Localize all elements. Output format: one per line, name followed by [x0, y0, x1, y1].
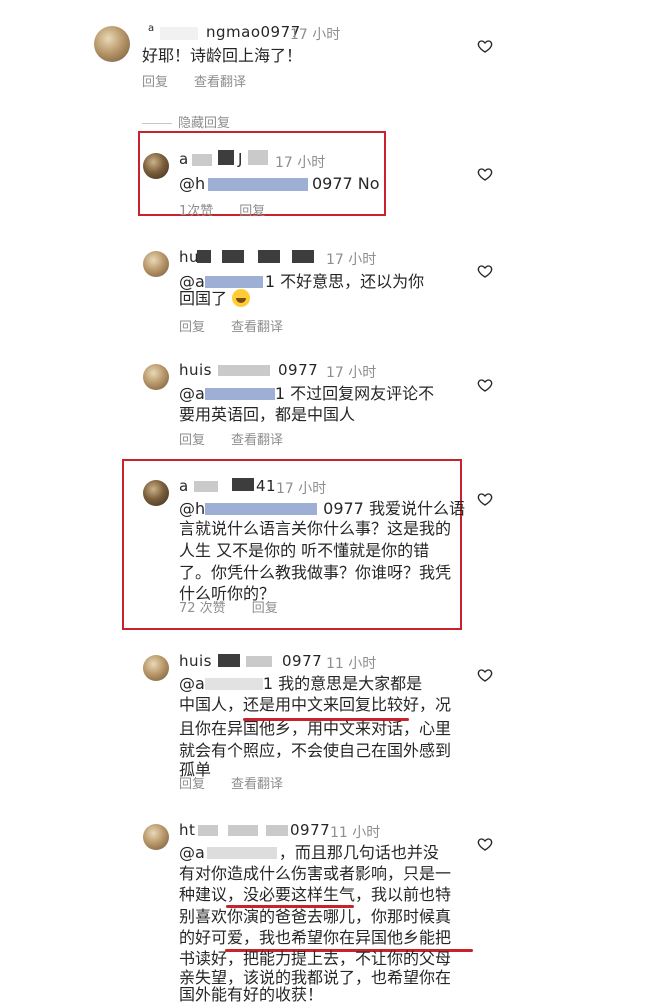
- redaction: [232, 478, 254, 491]
- comment-time[interactable]: 17 小时: [290, 24, 340, 44]
- heart-icon[interactable]: [477, 166, 493, 182]
- redaction: [292, 250, 314, 263]
- username-suffix: J: [238, 150, 243, 168]
- comment-actions: 72 次赞 回复: [179, 597, 304, 616]
- username[interactable]: a: [179, 150, 189, 168]
- redaction: [194, 481, 218, 492]
- comment-text-line: 要用英语回，都是中国人: [179, 405, 356, 424]
- username[interactable]: ht: [179, 821, 195, 839]
- avatar[interactable]: [94, 26, 130, 62]
- username[interactable]: a: [148, 23, 155, 41]
- comment-text-line: 就会有个照应，不会使自己在国外感到: [179, 741, 452, 760]
- avatar[interactable]: [143, 364, 169, 390]
- comment-text-line: 言就说什么语言关你什么事？这是我的: [179, 519, 452, 538]
- redaction: [218, 150, 234, 165]
- redaction: [205, 388, 275, 400]
- avatar[interactable]: [143, 655, 169, 681]
- username[interactable]: huis: [179, 361, 212, 379]
- see-translation-button[interactable]: 查看翻译: [194, 75, 246, 90]
- comment-actions: 回复 查看翻译: [179, 316, 309, 335]
- heart-icon[interactable]: [477, 836, 493, 852]
- mention[interactable]: @h: [179, 499, 205, 518]
- username-suffix: 0977: [278, 361, 319, 379]
- comment-time[interactable]: 17 小时: [276, 478, 326, 498]
- redaction: [205, 503, 317, 515]
- avatar[interactable]: [143, 153, 169, 179]
- redaction: [207, 847, 277, 859]
- likes-count[interactable]: 1次赞: [179, 204, 213, 219]
- redaction: [205, 678, 263, 690]
- hide-replies-button[interactable]: 隐藏回复: [142, 112, 230, 131]
- comment-time[interactable]: 11 小时: [326, 653, 376, 673]
- username[interactable]: a: [179, 477, 189, 495]
- comment-time[interactable]: 17 小时: [326, 362, 376, 382]
- comment-actions: 回复 查看翻译: [179, 773, 309, 792]
- reply-button[interactable]: 回复: [179, 320, 205, 335]
- comment-text-line: 回国了: [179, 287, 251, 312]
- heart-icon[interactable]: [477, 263, 493, 279]
- heart-icon[interactable]: [477, 38, 493, 54]
- username-visible[interactable]: ngmao0977: [206, 23, 301, 41]
- redaction: [222, 250, 244, 263]
- reply-button[interactable]: 回复: [252, 601, 278, 616]
- see-translation-button[interactable]: 查看翻译: [231, 777, 283, 792]
- see-translation-button[interactable]: 查看翻译: [231, 433, 283, 448]
- username-suffix: 41: [256, 477, 277, 495]
- redaction: [160, 27, 198, 40]
- redaction: [228, 825, 258, 836]
- likes-count[interactable]: 72 次赞: [179, 601, 226, 616]
- redaction: [258, 250, 280, 263]
- comment-text-tail: 0977 No: [312, 174, 380, 193]
- comment-time[interactable]: 17 小时: [275, 152, 325, 172]
- see-translation-button[interactable]: 查看翻译: [231, 320, 283, 335]
- username-suffix: 0977: [290, 821, 331, 839]
- comment-actions: 回复 查看翻译: [179, 429, 309, 448]
- redaction: [192, 154, 212, 166]
- comment-text-line: 中国人，还是用中文来回复比较好，况: [179, 695, 452, 714]
- username[interactable]: hu: [179, 248, 199, 266]
- comment-text-line: 人生 又不是你的 听不懂就是你的错: [179, 541, 430, 560]
- heart-icon[interactable]: [477, 377, 493, 393]
- comment-text-line: 种建议，没必要这样生气，我以前也特: [179, 885, 452, 904]
- mention[interactable]: @a: [179, 674, 205, 693]
- reply-button[interactable]: 回复: [179, 777, 205, 792]
- heart-icon[interactable]: [477, 491, 493, 507]
- username[interactable]: huis: [179, 652, 212, 670]
- redaction: [208, 178, 308, 191]
- mention[interactable]: @h: [179, 174, 205, 193]
- redaction: [246, 656, 272, 667]
- redaction: [218, 654, 240, 667]
- avatar[interactable]: [143, 480, 169, 506]
- heart-icon[interactable]: [477, 667, 493, 683]
- comment-text-line: 国外能有好的收获！: [179, 985, 324, 1004]
- redaction: [248, 150, 268, 165]
- comment-text: 好耶！诗龄回上海了！: [142, 46, 303, 65]
- laughing-emoji-icon: [232, 289, 251, 307]
- comment-text: @h: [179, 172, 205, 197]
- username-suffix: 0977: [282, 652, 323, 670]
- avatar[interactable]: [143, 251, 169, 277]
- redaction: [197, 250, 211, 263]
- mention[interactable]: @a: [179, 384, 205, 403]
- mention[interactable]: @a: [179, 843, 205, 862]
- redaction: [266, 825, 288, 836]
- comment-time[interactable]: 11 小时: [330, 822, 380, 842]
- comment-time[interactable]: 17 小时: [326, 249, 376, 269]
- reply-button[interactable]: 回复: [239, 204, 265, 219]
- comment-actions: 回复 查看翻译: [142, 71, 272, 90]
- comment-text-line: 且你在异国他乡，用中文来对话，心里: [179, 719, 452, 738]
- redaction: [218, 365, 270, 376]
- reply-button[interactable]: 回复: [179, 433, 205, 448]
- avatar[interactable]: [143, 824, 169, 850]
- redaction: [198, 825, 218, 836]
- comment-actions: 1次赞 回复: [179, 200, 291, 219]
- reply-button[interactable]: 回复: [142, 75, 168, 90]
